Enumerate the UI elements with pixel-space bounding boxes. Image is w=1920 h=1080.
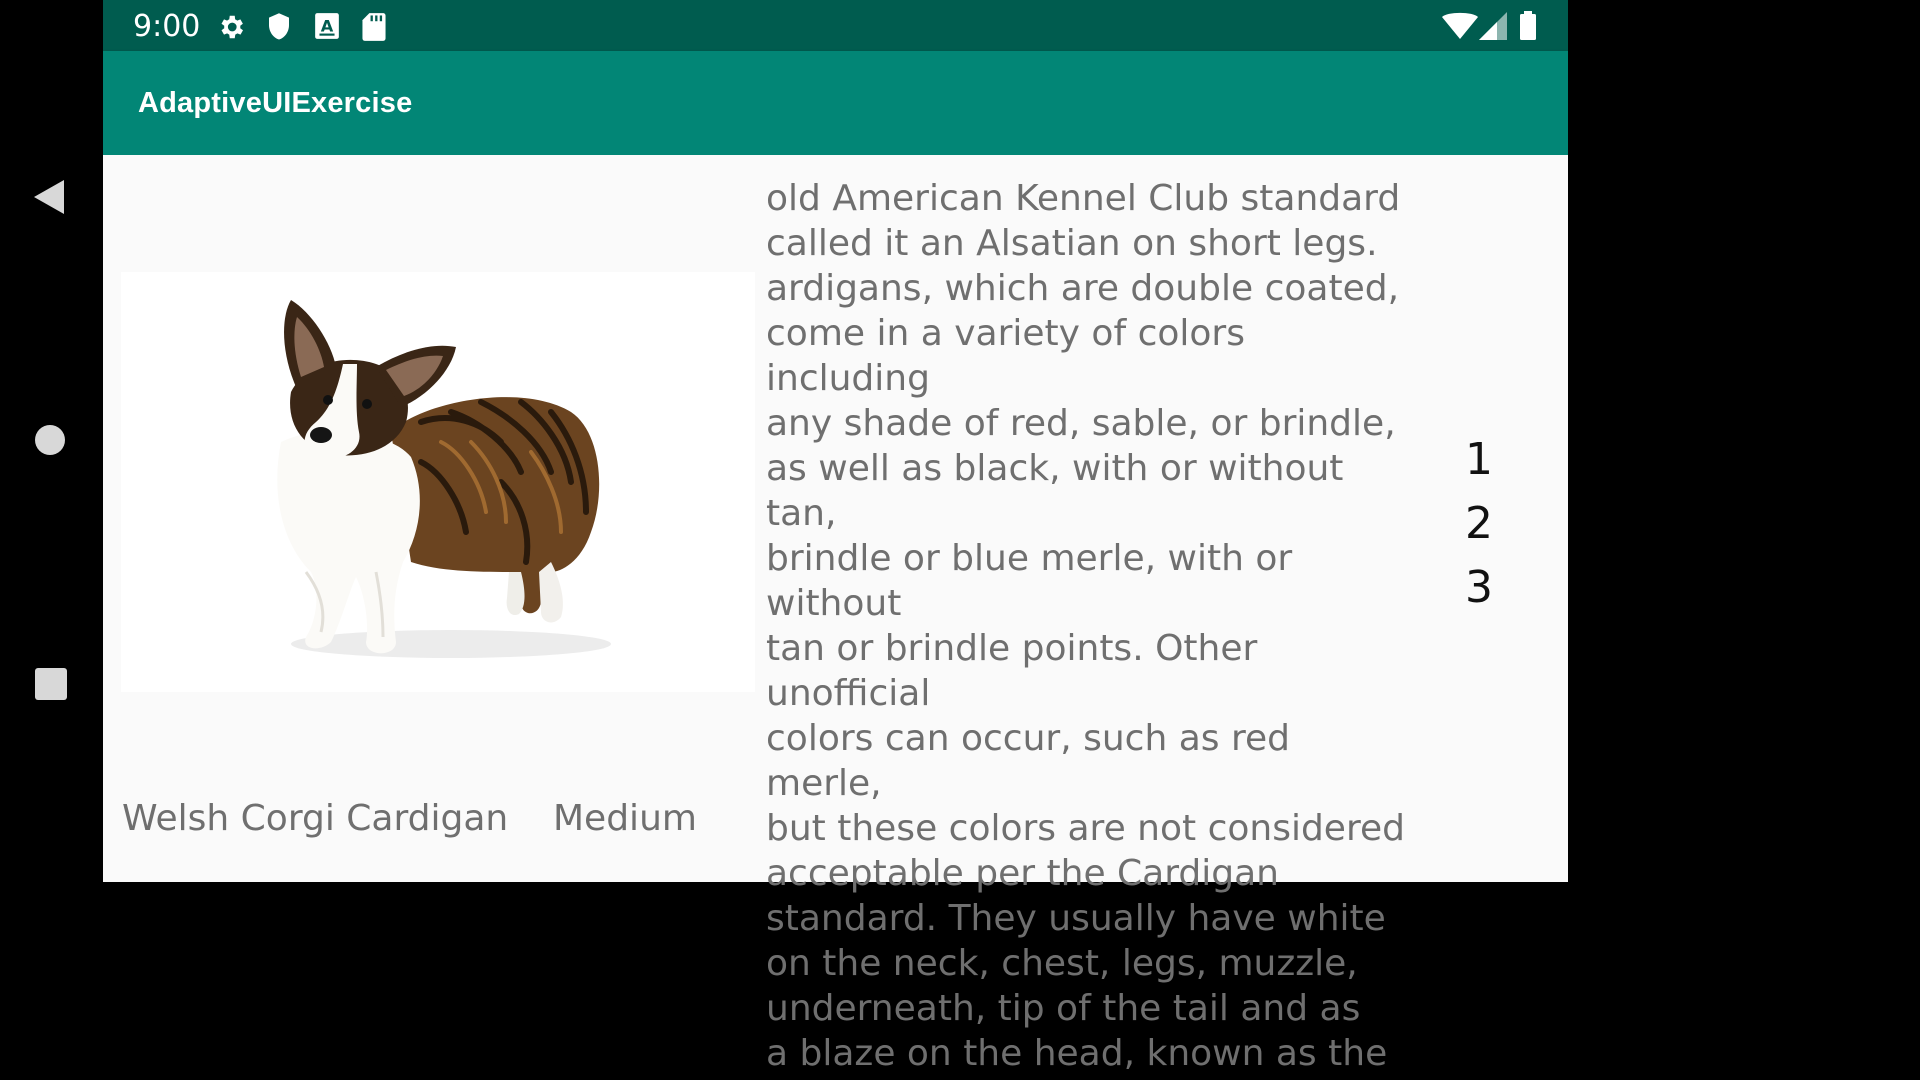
- status-time: 9:00: [133, 9, 201, 44]
- svg-text:A: A: [321, 16, 334, 35]
- status-bar: 9:00 A: [103, 0, 1568, 51]
- dog-image: [121, 272, 755, 692]
- battery-icon: [1520, 11, 1536, 40]
- app-title: AdaptiveUIExercise: [138, 87, 413, 119]
- recents-icon[interactable]: [35, 668, 67, 700]
- shield-icon: [269, 13, 289, 40]
- breed-description[interactable]: old American Kennel Club standard called…: [766, 176, 1406, 1076]
- list-item[interactable]: 3: [1465, 556, 1495, 620]
- list-item[interactable]: 2: [1465, 492, 1495, 556]
- breed-name: Welsh Corgi Cardigan: [122, 798, 509, 839]
- corgi-illustration: [277, 300, 611, 658]
- home-icon[interactable]: [35, 425, 65, 455]
- gear-icon: [221, 15, 243, 39]
- sd-card-icon: [362, 13, 386, 41]
- number-list: 1 2 3: [1465, 428, 1495, 620]
- signal-icon: [1479, 12, 1507, 40]
- a-icon: A: [315, 13, 339, 39]
- wifi-icon: [1442, 12, 1478, 39]
- app-bar: AdaptiveUIExercise: [103, 51, 1568, 155]
- list-item[interactable]: 1: [1465, 428, 1495, 492]
- back-icon[interactable]: [34, 180, 64, 214]
- detail-content: Welsh Corgi Cardigan Medium old American…: [103, 155, 1568, 1074]
- breed-size: Medium: [553, 798, 697, 839]
- navigation-bar: [0, 0, 103, 882]
